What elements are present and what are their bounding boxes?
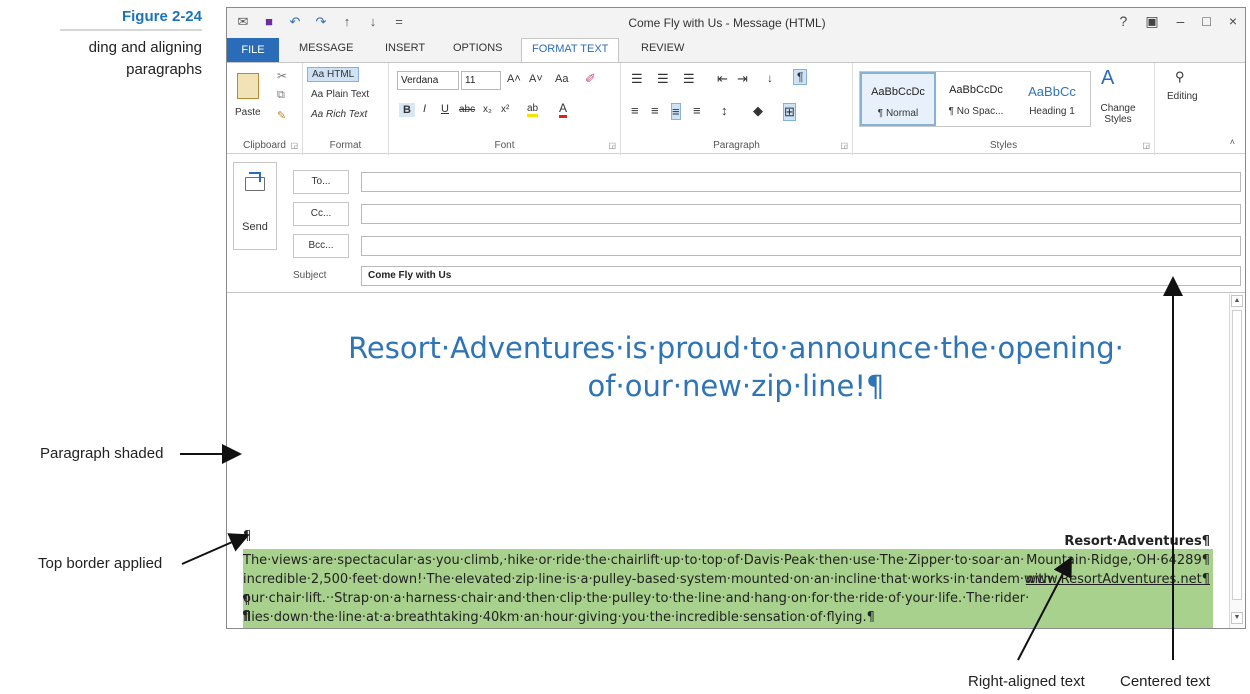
arrow-top-border [181, 533, 250, 565]
arrow-right-aligned [1017, 556, 1072, 661]
annotation-arrows [180, 276, 1183, 661]
